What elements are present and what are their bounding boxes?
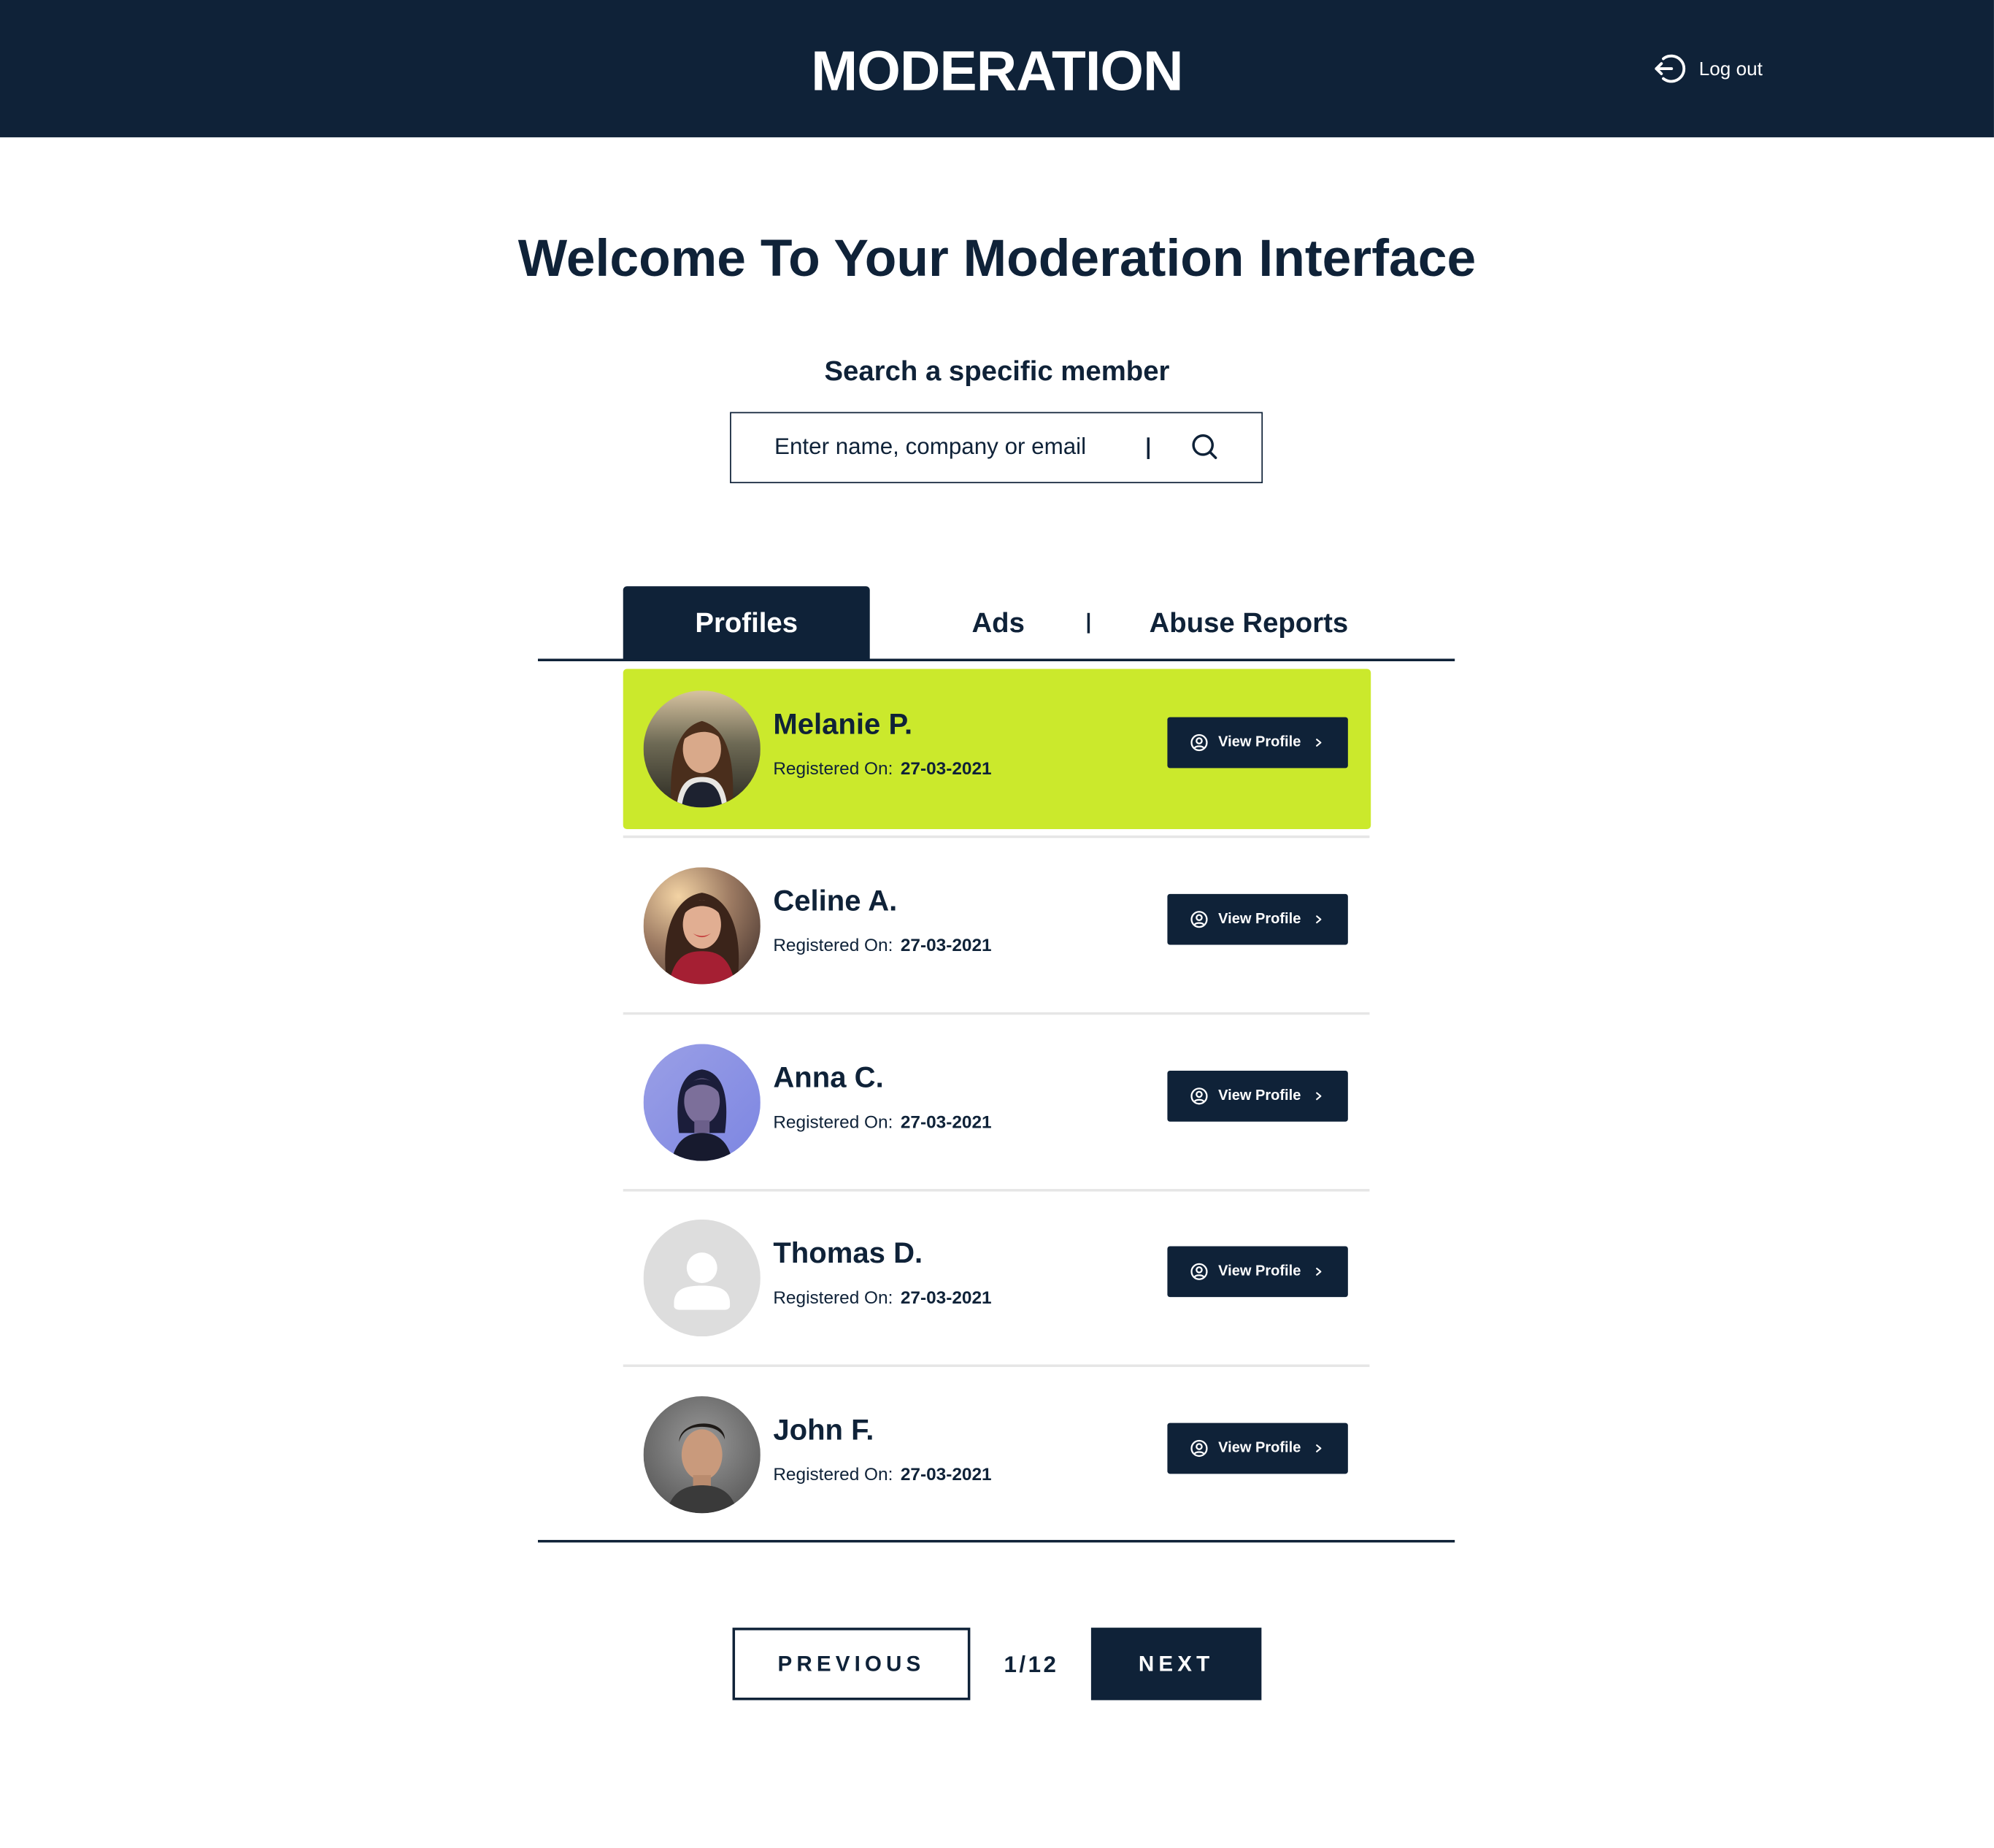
user-circle-icon	[1190, 1439, 1208, 1458]
user-circle-icon	[1190, 734, 1208, 752]
profile-name: Melanie P.	[773, 707, 913, 741]
tab-ads[interactable]: Ads	[935, 586, 1062, 660]
profile-name: Celine A.	[773, 883, 898, 917]
row-separator	[623, 1364, 1370, 1367]
profile-name: John F.	[773, 1412, 874, 1446]
view-profile-button[interactable]: View Profile	[1167, 717, 1348, 769]
profile-name: Thomas D.	[773, 1236, 923, 1269]
profile-row: Anna C. Registered On: 27-03-2021 View Pr…	[623, 1023, 1371, 1183]
search-button[interactable]	[1189, 431, 1222, 464]
search-icon	[1189, 434, 1222, 469]
view-profile-label: View Profile	[1218, 735, 1301, 750]
profile-row: John F. Registered On: 27-03-2021 View Pr…	[623, 1374, 1371, 1535]
logout-icon	[1653, 52, 1686, 85]
profile-row: Melanie P. Registered On: 27-03-2021 View…	[623, 669, 1371, 829]
chevron-right-icon	[1316, 1092, 1322, 1101]
avatar	[643, 867, 761, 985]
chevron-right-icon	[1316, 739, 1322, 747]
registered-label: Registered On:	[773, 934, 893, 955]
registered-label: Registered On:	[773, 1287, 893, 1308]
registered-info: Registered On: 27-03-2021	[773, 755, 991, 781]
search-input[interactable]	[774, 413, 1144, 481]
registered-date: 27-03-2021	[900, 934, 992, 955]
registered-date: 27-03-2021	[900, 1111, 992, 1132]
logout-label: Log out	[1698, 58, 1763, 80]
profile-name: Anna C.	[773, 1060, 884, 1094]
tab-abuse-reports[interactable]: Abuse Reports	[1119, 586, 1378, 660]
view-profile-button[interactable]: View Profile	[1167, 1246, 1348, 1298]
registered-label: Registered On:	[773, 758, 893, 779]
avatar	[643, 1219, 761, 1337]
view-profile-label: View Profile	[1218, 1088, 1301, 1104]
avatar	[643, 1396, 761, 1514]
page: MODERATION Log out Welcome To Your Moder…	[0, 0, 1994, 1848]
registered-info: Registered On: 27-03-2021	[773, 1461, 991, 1487]
list-top-rule	[537, 658, 1455, 661]
view-profile-label: View Profile	[1218, 1263, 1301, 1279]
chevron-right-icon	[1316, 915, 1322, 924]
chevron-right-icon	[1316, 1267, 1322, 1276]
profile-row: Celine A. Registered On: 27-03-2021 View …	[623, 846, 1371, 1006]
page-title: Welcome To Your Moderation Interface	[517, 228, 1477, 288]
avatar	[643, 690, 761, 808]
list-bottom-rule	[537, 1539, 1455, 1542]
registered-label: Registered On:	[773, 1111, 893, 1132]
view-profile-label: View Profile	[1218, 912, 1301, 928]
tab-profiles[interactable]: Profiles	[623, 586, 870, 661]
page-indicator: 1/12	[1004, 1652, 1059, 1678]
view-profile-button[interactable]: View Profile	[1167, 893, 1348, 945]
registered-date: 27-03-2021	[900, 758, 992, 779]
top-bar: MODERATION Log out	[0, 0, 1994, 138]
avatar	[643, 1044, 761, 1161]
view-profile-button[interactable]: View Profile	[1167, 1071, 1348, 1122]
next-button[interactable]: NEXT	[1090, 1628, 1262, 1701]
view-profile-label: View Profile	[1218, 1441, 1301, 1456]
tab-divider	[1087, 612, 1090, 634]
registered-date: 27-03-2021	[900, 1463, 992, 1485]
profile-row: Thomas D. Registered On: 27-03-2021 View …	[623, 1198, 1371, 1358]
previous-button[interactable]: PREVIOUS	[732, 1628, 971, 1701]
text-cursor	[1147, 437, 1150, 459]
registered-date: 27-03-2021	[900, 1287, 992, 1308]
registered-label: Registered On:	[773, 1463, 893, 1485]
registered-info: Registered On: 27-03-2021	[773, 1109, 991, 1134]
row-separator	[623, 1012, 1370, 1015]
registered-info: Registered On: 27-03-2021	[773, 932, 991, 958]
chevron-right-icon	[1316, 1444, 1322, 1452]
logout-button[interactable]: Log out	[1653, 51, 1763, 87]
row-separator	[623, 1189, 1370, 1192]
search-box	[730, 412, 1263, 484]
user-circle-icon	[1190, 911, 1208, 928]
row-separator	[623, 835, 1370, 839]
registered-info: Registered On: 27-03-2021	[773, 1285, 991, 1310]
user-circle-icon	[1190, 1263, 1208, 1280]
search-label: Search a specific member	[824, 355, 1170, 387]
user-circle-icon	[1190, 1087, 1208, 1105]
view-profile-button[interactable]: View Profile	[1167, 1422, 1348, 1474]
